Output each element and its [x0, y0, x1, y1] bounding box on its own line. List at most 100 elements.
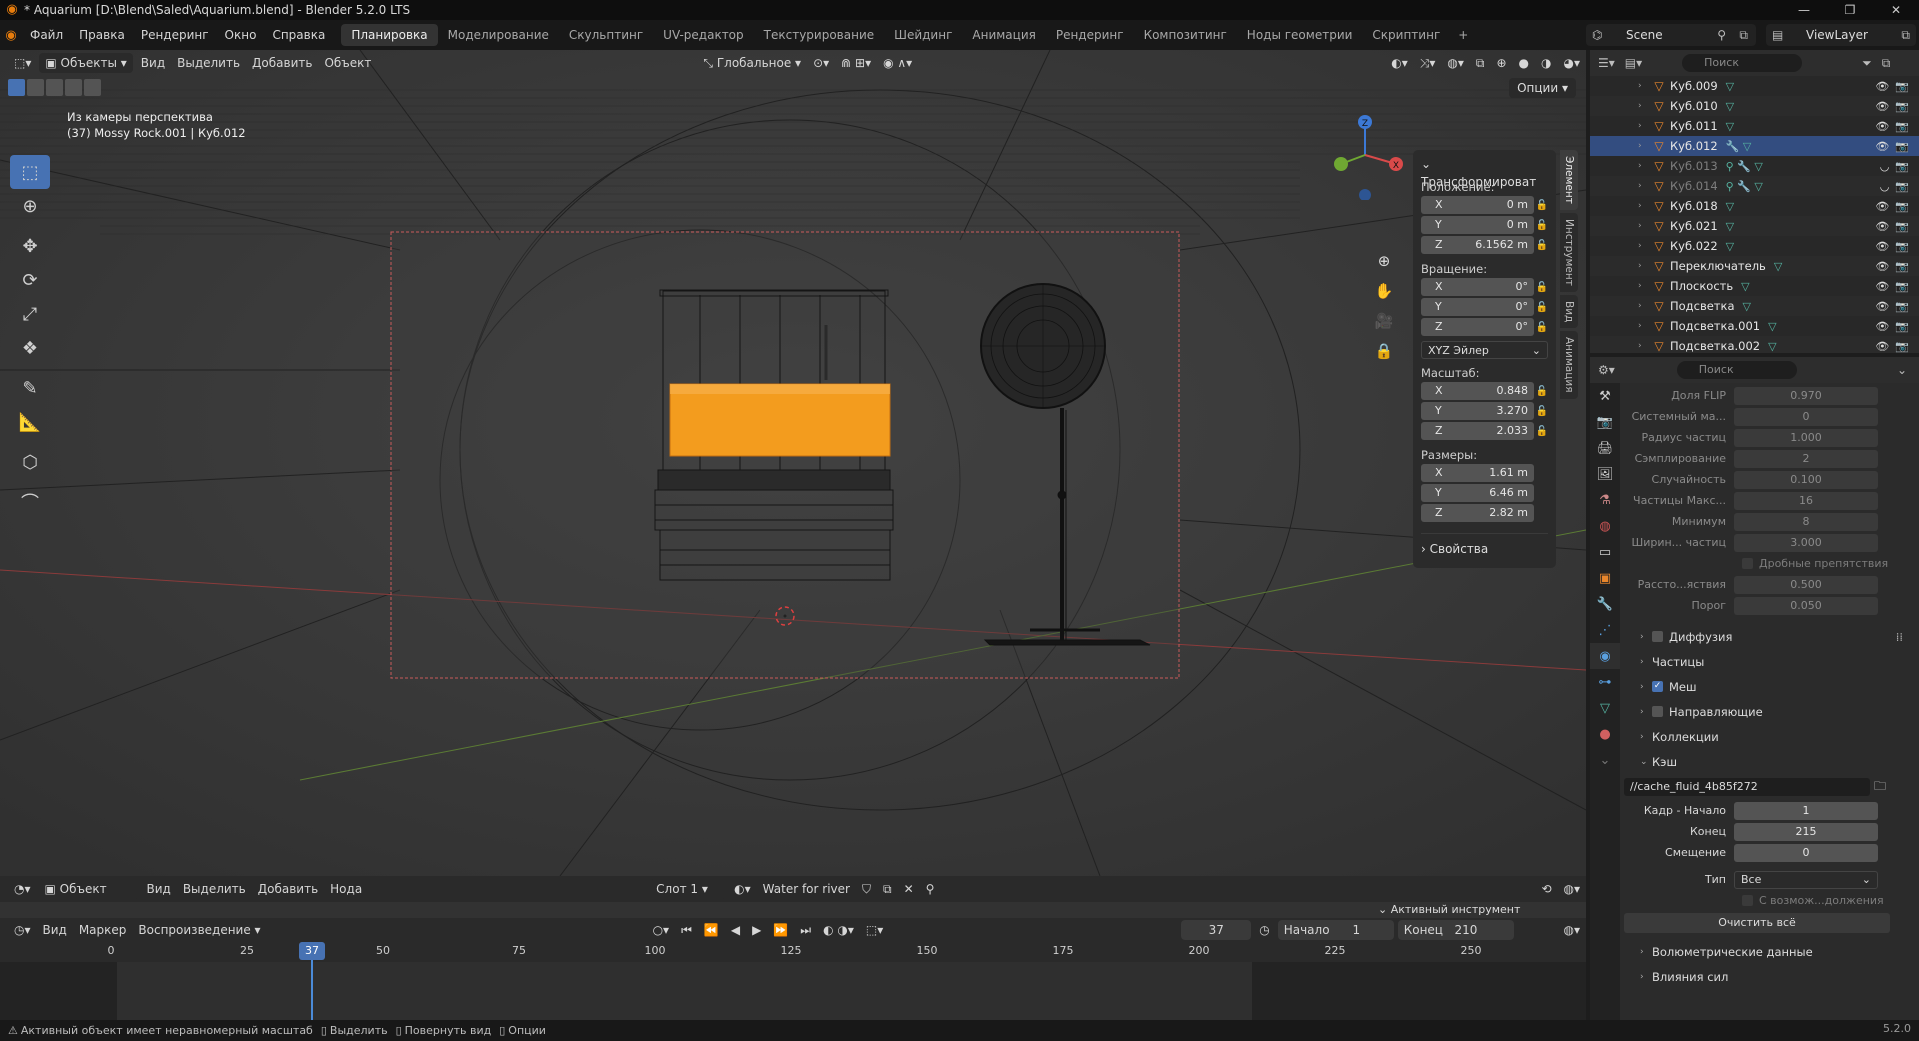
jump-end-icon[interactable]: ⏭ [794, 919, 817, 941]
viewport-menu-object[interactable]: Объект [318, 52, 377, 74]
add-cube-tool-icon[interactable]: ⬡ [10, 445, 50, 479]
rotation-y-field[interactable]: Y 0° [1421, 297, 1534, 316]
gizmo-y-icon[interactable] [1334, 157, 1348, 171]
outliner-row[interactable]: › ▽ Куб.013 ⚲ 🔧 ▽ ◡ 📷 [1590, 156, 1919, 176]
backdrop-icon[interactable]: ⟲ [1535, 878, 1557, 900]
cursor-tool-icon[interactable]: ⊕ [10, 189, 50, 223]
object-data-icon[interactable]: ▽ [1726, 120, 1734, 133]
cache-frame-end-value[interactable]: 215 [1734, 822, 1878, 841]
annotate-tool-icon[interactable]: ✎ [10, 371, 50, 405]
shader-editor-type-icon[interactable]: ◔▾ [8, 878, 37, 900]
outliner-row[interactable]: › ▽ Куб.011 ▽ 👁 📷 [1590, 116, 1919, 136]
menu-render[interactable]: Рендеринг [133, 20, 217, 50]
outliner-row[interactable]: › ▽ Подсветка ▽ 👁 📷 [1590, 296, 1919, 316]
free-all-button[interactable]: Очистить всё [1624, 913, 1890, 933]
render-tab-icon[interactable]: 📷 [1590, 409, 1620, 435]
outliner-item-name[interactable]: Куб.022 [1670, 239, 1718, 253]
new-view-layer-icon[interactable]: ⧉ [1901, 28, 1910, 43]
menu-window[interactable]: Окно [217, 20, 265, 50]
outliner-item-name[interactable]: Куб.014 [1670, 179, 1718, 193]
fake-user-icon[interactable]: ⛉ [856, 878, 877, 900]
transform-orientation-dropdown[interactable]: ⤡ Глобальное ▾ [697, 52, 807, 74]
eye-icon[interactable]: 👁 [1875, 340, 1889, 353]
camera-render-icon[interactable]: 📷 [1895, 320, 1909, 333]
outliner-item-name[interactable]: Куб.010 [1670, 99, 1718, 113]
pan-hand-icon[interactable]: ✋ [1372, 276, 1396, 306]
tab-view[interactable]: Вид [1560, 294, 1578, 329]
checkbox-icon[interactable] [1652, 631, 1663, 642]
outliner-row[interactable]: › ▽ Куб.021 ▽ 👁 📷 [1590, 216, 1919, 236]
expand-arrow-icon[interactable]: › [1638, 141, 1650, 151]
menu-help[interactable]: Справка [264, 20, 333, 50]
outliner-item-name[interactable]: Плоскость [1670, 279, 1733, 293]
gizmo-neg-z-icon[interactable] [1359, 189, 1371, 200]
timeline-ruler[interactable]: 0 25 50 75 100 125 150 175 200 225 250 [0, 942, 1586, 962]
outliner-row[interactable]: › ▽ Переключатель ▽ 👁 📷 [1590, 256, 1919, 276]
blender-menu-icon[interactable]: ◉ [0, 28, 22, 43]
outliner-search-input[interactable]: Поиск [1682, 54, 1803, 72]
object-data-icon[interactable]: ▽ [1726, 200, 1734, 213]
lock-icon[interactable]: 🔓 [1534, 302, 1548, 313]
play-reverse-icon[interactable]: ◀ [725, 919, 746, 941]
menu-file[interactable]: Файл [22, 20, 71, 50]
outliner-item-name[interactable]: Куб.021 [1670, 219, 1718, 233]
eye-icon[interactable]: 👁 [1875, 300, 1889, 313]
timeline-editor-type-icon[interactable]: ◷▾ [8, 919, 37, 941]
checkbox-icon[interactable]: ✓ [1652, 681, 1663, 692]
shader-overlay-icon[interactable]: ◍▾ [1558, 878, 1587, 900]
object-data-icon[interactable]: ▽ [1726, 80, 1734, 93]
shader-type-dropdown[interactable]: ▣ Объект [38, 879, 139, 899]
object-data-icon[interactable]: ▽ [1768, 320, 1776, 333]
playhead-frame-label[interactable]: 37 [299, 942, 325, 960]
dimensions-z-field[interactable]: Z 2.82 m [1421, 503, 1534, 522]
subpanel-header[interactable]: › Направляющие [1624, 699, 1919, 724]
tab-scripting[interactable]: Скриптинг [1362, 24, 1450, 46]
pin-icon[interactable]: ⚲ [1717, 28, 1726, 42]
outliner-row[interactable]: › ▽ Куб.012 🔧 ▽ 👁 📷 [1590, 136, 1919, 156]
material-name[interactable]: Water for river [757, 878, 856, 900]
outliner-item-name[interactable]: Куб.013 [1670, 159, 1718, 173]
timeline-overlay-icon[interactable]: ◍▾ [1558, 919, 1587, 941]
select-subtract-icon[interactable] [46, 79, 63, 96]
cache-offset-value[interactable]: 0 [1734, 843, 1878, 862]
outliner-row[interactable]: › ▽ Куб.010 ▽ 👁 📷 [1590, 96, 1919, 116]
duplicate-material-icon[interactable]: ⧉ [877, 878, 898, 900]
tab-item[interactable]: Элемент [1560, 150, 1578, 210]
scale-tool-icon[interactable]: ⤢ [10, 297, 50, 331]
frame-start-field[interactable]: Начало 1 [1277, 920, 1394, 940]
object-data-icon[interactable]: ▽ [1726, 240, 1734, 253]
properties-search-input[interactable]: Поиск [1676, 361, 1797, 379]
location-y-field[interactable]: Y 0 m [1421, 215, 1534, 234]
playback-dropdown[interactable]: Воспроизведение ▾ [132, 919, 266, 941]
zoom-icon[interactable]: ⊕ [1372, 246, 1396, 276]
eye-icon[interactable]: 👁 [1875, 80, 1889, 93]
pivot-icon[interactable]: ⊙▾ [807, 52, 835, 74]
outliner-item-name[interactable]: Куб.018 [1670, 199, 1718, 213]
cache-subpanel-header[interactable]: ⌄ Кэш [1624, 749, 1919, 774]
material-browse-icon[interactable]: ◐▾ [728, 878, 757, 900]
object-data-icon[interactable]: ▽ [1726, 100, 1734, 113]
outliner-item-name[interactable]: Куб.009 [1670, 79, 1718, 93]
scale-z-field[interactable]: Z 2.033 [1421, 421, 1534, 440]
expand-arrow-icon[interactable]: › [1638, 341, 1650, 351]
texture-tab-icon[interactable]: ⌄ [1590, 747, 1620, 773]
display-mode-icon[interactable]: ▤▾ [1625, 56, 1642, 70]
lock-icon[interactable]: 🔓 [1534, 426, 1548, 437]
camera-render-icon[interactable]: 📷 [1895, 80, 1909, 93]
tab-modeling[interactable]: Моделирование [438, 24, 559, 46]
scale-y-field[interactable]: Y 3.270 [1421, 401, 1534, 420]
measure-tool-icon[interactable]: 📐 [10, 405, 50, 439]
camera-render-icon[interactable]: 📷 [1895, 260, 1909, 273]
auto-keying-icon[interactable]: ○▾ [647, 919, 676, 941]
timeline-area[interactable]: 0 25 50 75 100 125 150 175 200 225 250 3… [0, 942, 1586, 1020]
outliner-row[interactable]: › ▽ Подсветка.002 ▽ 👁 📷 [1590, 336, 1919, 353]
eye-icon[interactable]: 👁 [1875, 260, 1889, 273]
cache-path-input[interactable]: //cache_fluid_4b85f272 [1624, 778, 1870, 796]
maximize-button[interactable]: ❐ [1827, 0, 1873, 20]
folder-icon[interactable]: 🗀 [1870, 777, 1890, 798]
outliner-item-name[interactable]: Переключатель [1670, 259, 1766, 273]
snap-icon[interactable]: ⋒ ⊞▾ [835, 52, 877, 74]
tab-sculpting[interactable]: Скульптинг [559, 24, 653, 46]
force-influence-subpanel[interactable]: › Влияния сил [1624, 964, 1919, 989]
shader-menu-select[interactable]: Выделить [177, 878, 252, 900]
